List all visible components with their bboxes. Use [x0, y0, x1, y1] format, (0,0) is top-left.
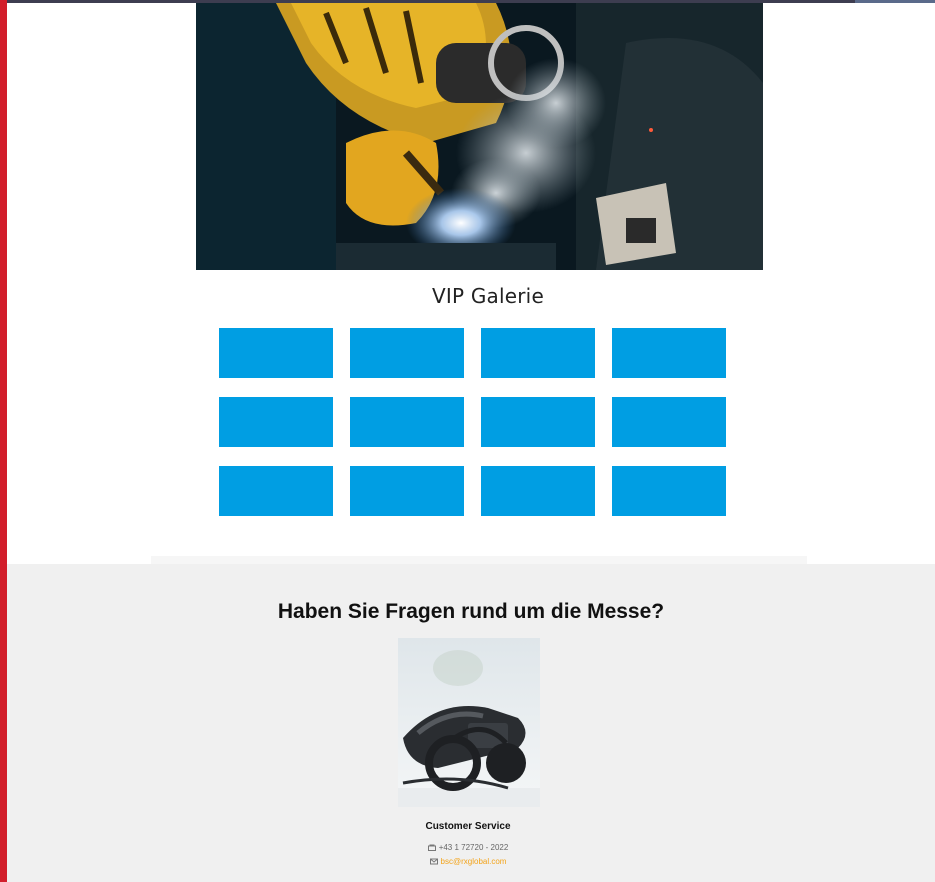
gallery-thumbnail-8[interactable] — [612, 397, 726, 447]
gallery-grid — [219, 328, 726, 516]
gallery-thumbnail-7[interactable] — [481, 397, 595, 447]
contact-email-row: bsc@rxglobal.com — [7, 857, 929, 866]
gallery-thumbnail-6[interactable] — [350, 397, 464, 447]
contact-phone: +43 1 72720 - 2022 — [438, 843, 509, 852]
hero-image-welder — [196, 3, 763, 270]
contact-photo-headset — [398, 638, 540, 807]
phone-icon — [427, 844, 436, 851]
gallery-thumbnail-2[interactable] — [350, 328, 464, 378]
gallery-thumbnail-5[interactable] — [219, 397, 333, 447]
contact-name: Customer Service — [425, 821, 511, 832]
contact-section: Haben Sie Fragen rund um die Messe? Cust… — [7, 564, 935, 882]
gallery-thumbnail-10[interactable] — [350, 466, 464, 516]
left-accent-bar — [0, 0, 7, 882]
gallery-thumbnail-9[interactable] — [219, 466, 333, 516]
contact-email-link[interactable]: bsc@rxglobal.com — [441, 857, 507, 866]
gallery-thumbnail-11[interactable] — [481, 466, 595, 516]
gallery-thumbnail-4[interactable] — [612, 328, 726, 378]
gallery-thumbnail-3[interactable] — [481, 328, 595, 378]
contact-heading: Haben Sie Fragen rund um die Messe? — [277, 600, 665, 623]
gallery-thumbnail-12[interactable] — [612, 466, 726, 516]
contact-phone-row: +43 1 72720 - 2022 — [7, 843, 929, 852]
top-border-accent — [855, 0, 935, 3]
gallery-title: VIP Galerie — [432, 284, 544, 308]
section-divider — [151, 556, 807, 564]
gallery-thumbnail-1[interactable] — [219, 328, 333, 378]
mail-icon — [429, 858, 438, 865]
